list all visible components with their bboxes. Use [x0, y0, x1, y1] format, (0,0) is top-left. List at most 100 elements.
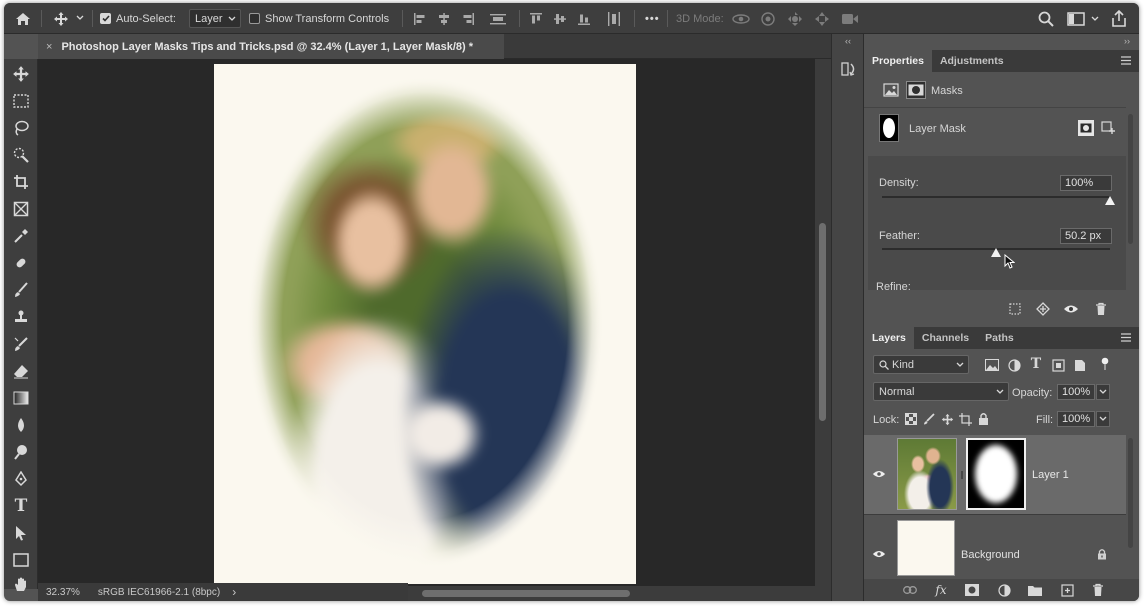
blur-icon[interactable] [8, 414, 34, 436]
search-icon[interactable] [1036, 9, 1056, 29]
add-vector-mask-icon[interactable] [1100, 120, 1116, 136]
filter-kind-dropdown[interactable]: Kind [873, 355, 969, 374]
tab-adjustments[interactable]: Adjustments [932, 50, 1012, 72]
visibility-eye-icon[interactable] [872, 469, 886, 479]
quick-selection-icon[interactable] [8, 144, 34, 166]
rectangular-marquee-icon[interactable] [8, 90, 34, 112]
layer-style-fx-icon[interactable]: fx [932, 581, 950, 599]
dodge-icon[interactable] [8, 441, 34, 463]
distribute-vertical-icon[interactable] [603, 10, 625, 28]
auto-select-checkbox[interactable]: Auto-Select: [100, 3, 176, 34]
eyedropper-icon[interactable] [8, 225, 34, 247]
horizontal-scroll-thumb[interactable] [422, 590, 630, 597]
workspace-icon[interactable] [1065, 9, 1087, 29]
align-horizontal-centers-icon[interactable] [435, 10, 453, 28]
brush-icon[interactable] [8, 279, 34, 301]
gradient-icon[interactable] [8, 387, 34, 409]
fill-input[interactable]: 100% [1057, 411, 1095, 427]
show-transform-controls-checkbox[interactable]: Show Transform Controls [249, 3, 389, 34]
path-selection-icon[interactable] [8, 522, 34, 544]
slide-3d-icon[interactable] [812, 9, 832, 29]
density-slider-thumb[interactable] [1104, 195, 1116, 205]
chevron-down-icon[interactable] [74, 12, 86, 24]
align-vertical-centers-icon[interactable] [551, 10, 569, 28]
collapse-arrows-icon[interactable]: ‹‹ [840, 36, 856, 46]
mask-toggle-icon[interactable] [906, 81, 926, 99]
crop-icon[interactable] [8, 171, 34, 193]
layer-1-mask-thumbnail[interactable] [966, 438, 1026, 510]
new-group-folder-icon[interactable] [1027, 582, 1043, 598]
layer-name-layer-1[interactable]: Layer 1 [1032, 469, 1069, 481]
orbit-3d-icon[interactable] [731, 9, 751, 29]
lock-artboard-icon[interactable] [958, 412, 972, 426]
layer-name-background[interactable]: Background [961, 549, 1020, 561]
hand-tool-icon[interactable] [8, 573, 34, 595]
align-left-edges-icon[interactable] [411, 10, 429, 28]
move-tool-icon[interactable] [8, 63, 34, 85]
filter-toggle-icon[interactable] [1098, 355, 1112, 373]
filter-adjustment-icon[interactable] [1006, 357, 1022, 373]
tab-layers[interactable]: Layers [864, 327, 914, 349]
layer-row-layer-1[interactable]: Layer 1 [864, 435, 1126, 515]
layer-locked-icon[interactable] [1097, 548, 1109, 561]
type-tool-icon[interactable]: T [8, 495, 34, 517]
apply-mask-icon[interactable] [1034, 300, 1052, 318]
panel-menu-icon[interactable] [1121, 56, 1131, 65]
lock-image-pixels-icon[interactable] [922, 412, 936, 426]
canvas-area[interactable] [38, 59, 815, 586]
density-slider-track[interactable] [882, 196, 1110, 198]
filter-smart-object-icon[interactable] [1072, 357, 1088, 373]
vertical-scroll-thumb[interactable] [819, 223, 826, 421]
add-layer-mask-icon[interactable] [964, 582, 980, 598]
roll-3d-icon[interactable] [758, 9, 778, 29]
document-tab[interactable]: × Photoshop Layer Masks Tips and Tricks.… [38, 34, 504, 59]
new-layer-icon[interactable] [1059, 582, 1075, 598]
vertical-scrollbar[interactable] [815, 59, 831, 586]
share-icon[interactable] [1108, 8, 1130, 30]
feather-input[interactable]: 50.2 px [1060, 228, 1112, 244]
drag-3d-icon[interactable] [785, 9, 805, 29]
history-brush-icon[interactable] [8, 333, 34, 355]
tab-properties[interactable]: Properties [864, 50, 932, 72]
zoom-level[interactable]: 32.37% [46, 587, 80, 598]
status-menu-arrow[interactable]: › [232, 585, 236, 599]
lock-transparent-pixels-icon[interactable] [904, 412, 918, 426]
filter-pixel-icon[interactable] [984, 357, 1000, 373]
tab-paths[interactable]: Paths [977, 327, 1022, 349]
visibility-eye-icon[interactable] [1062, 300, 1080, 318]
document-canvas[interactable] [214, 64, 636, 584]
distribute-icon[interactable] [487, 10, 509, 28]
layers-scrollbar[interactable] [1128, 438, 1133, 548]
pen-icon[interactable] [8, 468, 34, 490]
home-icon[interactable] [12, 8, 34, 30]
panel-menu-icon[interactable] [1121, 333, 1131, 342]
adjustment-layer-icon[interactable] [996, 582, 1012, 598]
tab-channels[interactable]: Channels [914, 327, 977, 349]
auto-select-target-dropdown[interactable]: Layer [189, 9, 241, 28]
align-bottom-edges-icon[interactable] [575, 10, 593, 28]
healing-brush-icon[interactable] [8, 252, 34, 274]
pixel-mask-icon[interactable] [882, 82, 900, 98]
feather-slider-thumb[interactable] [990, 247, 1002, 257]
collapse-arrows-icon[interactable]: ›› [1120, 36, 1134, 46]
density-input[interactable]: 100% [1060, 175, 1112, 191]
lock-position-icon[interactable] [940, 412, 954, 426]
delete-mask-icon[interactable] [1092, 300, 1110, 318]
delete-layer-icon[interactable] [1090, 582, 1106, 598]
move-tool-icon[interactable] [50, 8, 72, 30]
rectangle-shape-icon[interactable] [8, 549, 34, 571]
load-selection-icon[interactable] [1006, 300, 1024, 318]
video-camera-icon[interactable] [839, 9, 861, 29]
eraser-icon[interactable] [8, 360, 34, 382]
opacity-dropdown-icon[interactable] [1096, 384, 1110, 400]
clone-stamp-icon[interactable] [8, 306, 34, 328]
opacity-input[interactable]: 100% [1057, 384, 1095, 400]
align-top-edges-icon[interactable] [527, 10, 545, 28]
layer-mask-thumbnail[interactable] [879, 114, 899, 142]
mask-link-icon[interactable] [959, 471, 965, 479]
visibility-eye-icon[interactable] [872, 549, 886, 559]
properties-scrollbar[interactable] [1128, 114, 1133, 244]
fill-dropdown-icon[interactable] [1096, 411, 1110, 427]
close-tab-icon[interactable]: × [46, 41, 52, 53]
link-layers-icon[interactable] [902, 582, 918, 598]
